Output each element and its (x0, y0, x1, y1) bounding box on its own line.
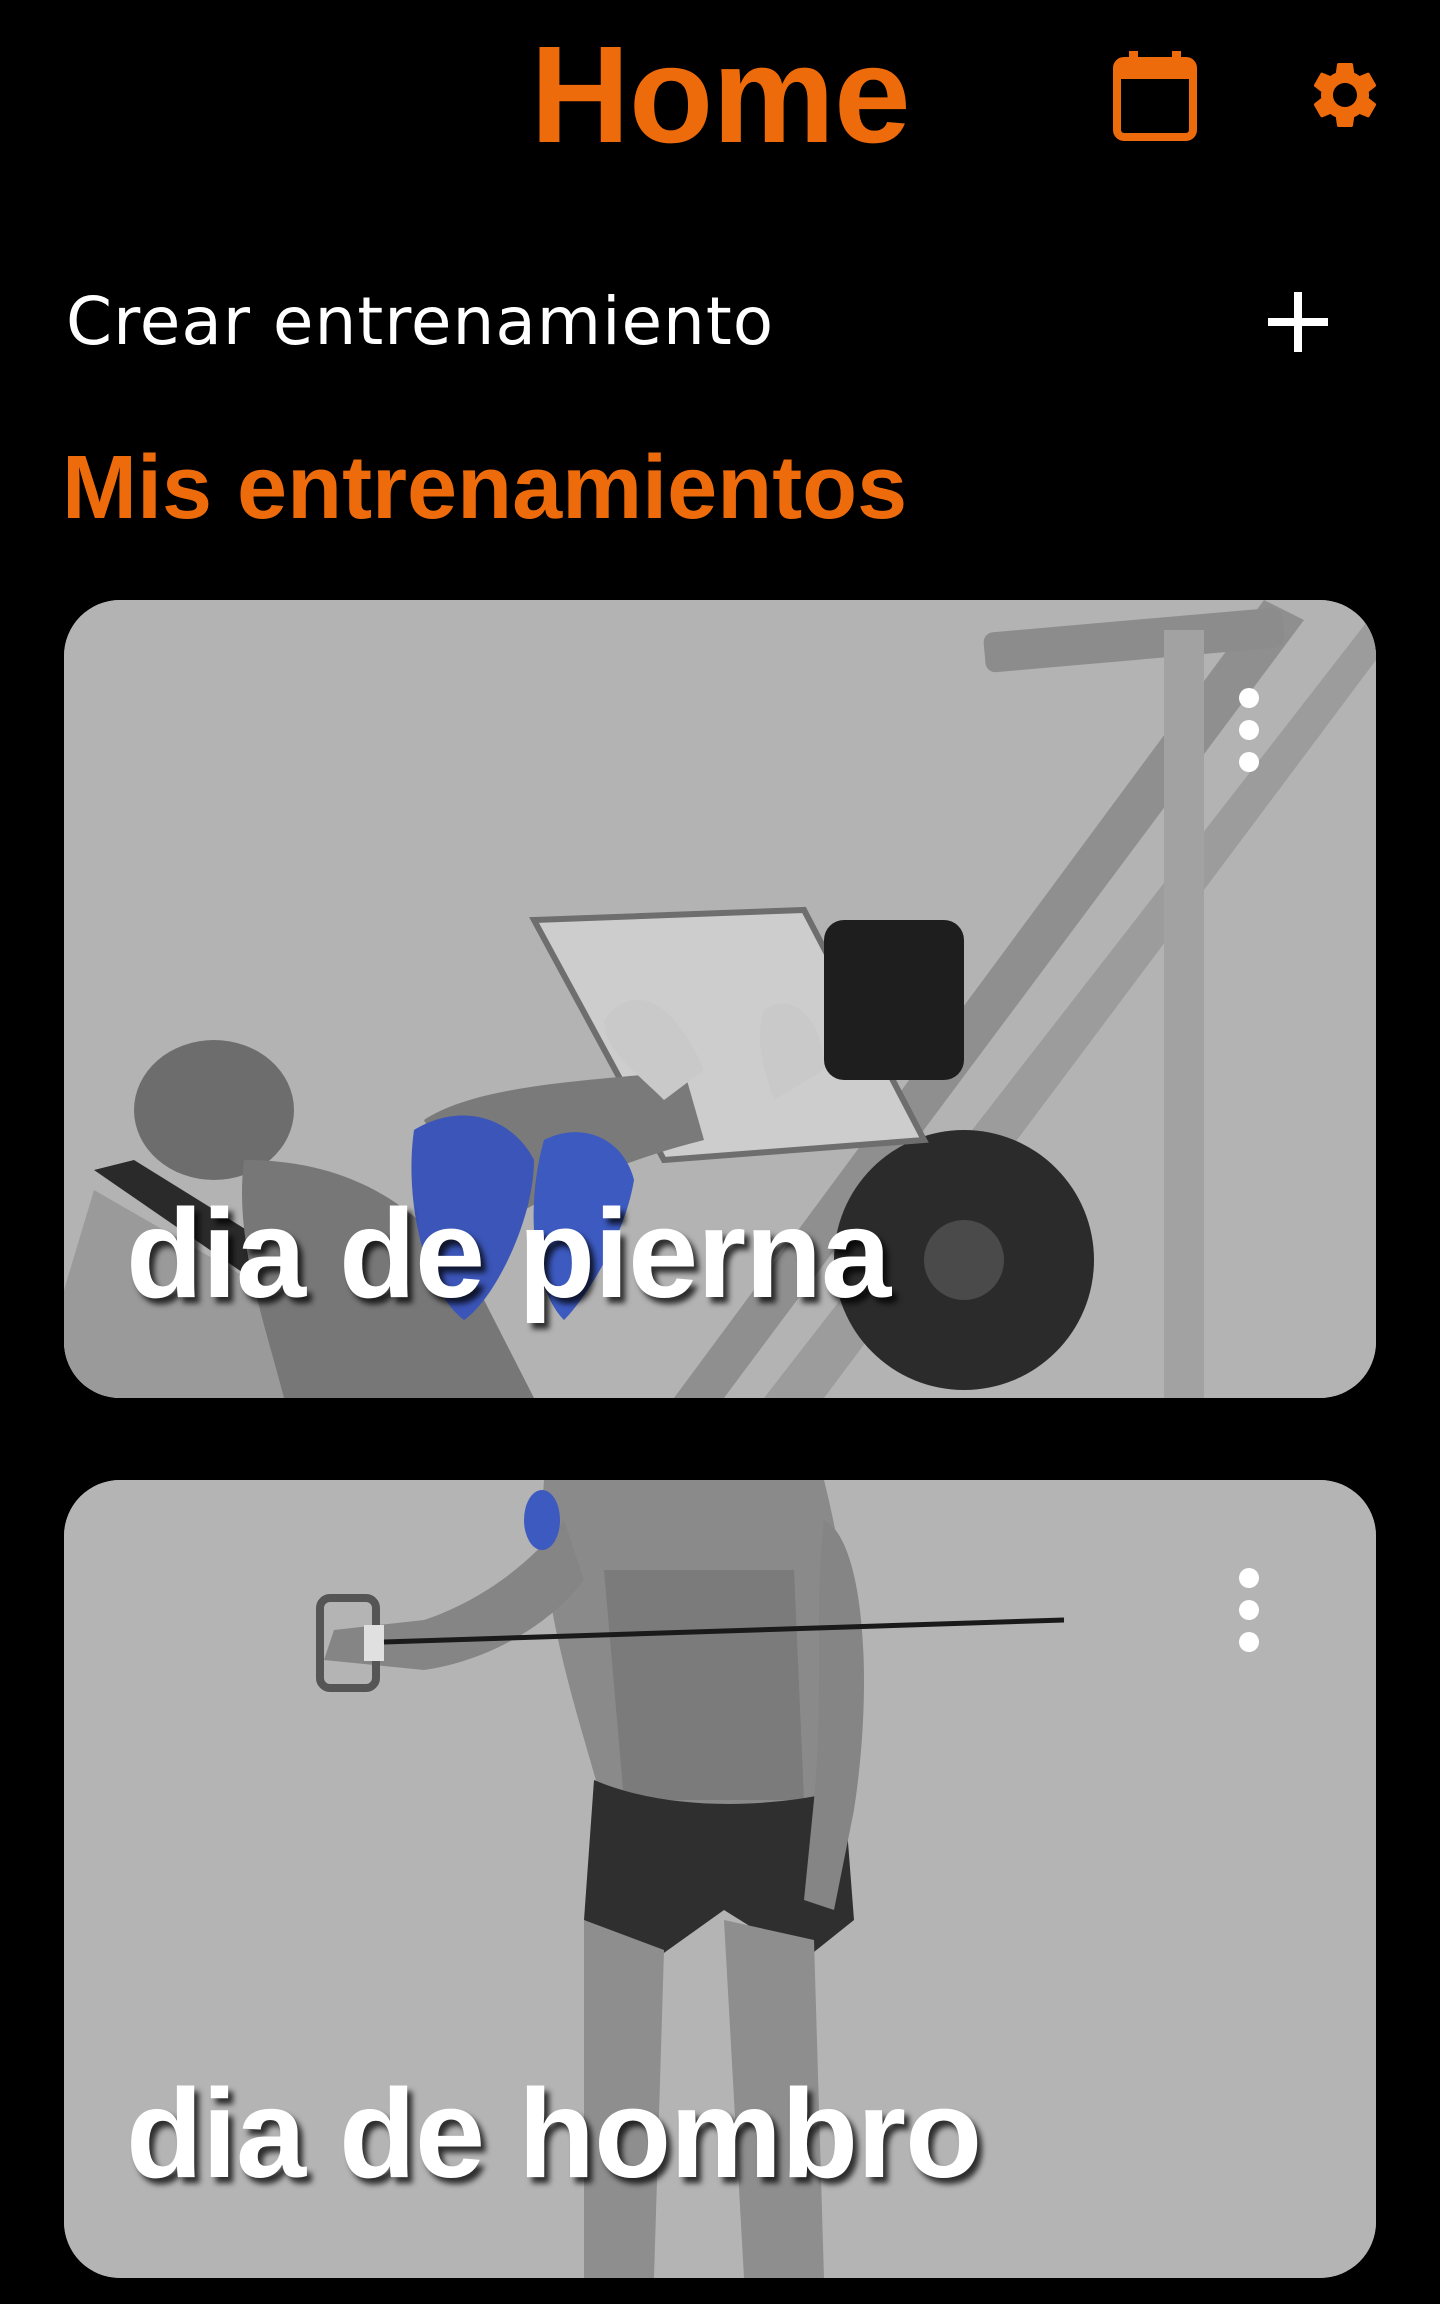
app-header: Home (0, 0, 1440, 190)
more-vertical-icon[interactable] (1214, 680, 1284, 780)
page-title: Home (530, 18, 910, 172)
workout-card[interactable]: dia de pierna (64, 600, 1376, 1398)
gear-icon (1313, 62, 1377, 127)
calendar-icon (1113, 51, 1197, 141)
more-vertical-icon[interactable] (1214, 1560, 1284, 1660)
workout-title: dia de pierna (126, 1183, 891, 1324)
workout-title: dia de hombro (126, 2063, 982, 2204)
calendar-button[interactable] (1100, 40, 1210, 150)
settings-button[interactable] (1290, 40, 1400, 150)
plus-icon[interactable] (1262, 286, 1334, 358)
workout-card[interactable]: dia de hombro (64, 1480, 1376, 2278)
section-title: Mis entrenamientos (62, 438, 908, 538)
create-workout-row[interactable]: Crear entrenamiento (0, 262, 1440, 382)
create-workout-label: Crear entrenamiento (66, 283, 775, 360)
